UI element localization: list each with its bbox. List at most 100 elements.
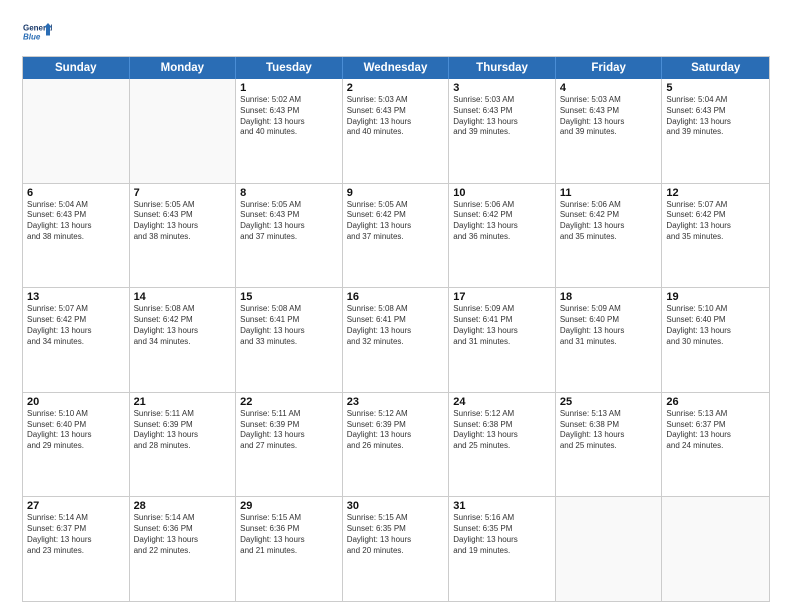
header-day-thursday: Thursday [449, 57, 556, 79]
day-cell-4: 4Sunrise: 5:03 AMSunset: 6:43 PMDaylight… [556, 79, 663, 183]
day-cell-10: 10Sunrise: 5:06 AMSunset: 6:42 PMDayligh… [449, 184, 556, 288]
cell-info: Sunrise: 5:10 AMSunset: 6:40 PMDaylight:… [666, 304, 765, 347]
cell-info: Sunrise: 5:09 AMSunset: 6:41 PMDaylight:… [453, 304, 551, 347]
cell-info: Sunrise: 5:09 AMSunset: 6:40 PMDaylight:… [560, 304, 658, 347]
cell-info: Sunrise: 5:08 AMSunset: 6:42 PMDaylight:… [134, 304, 232, 347]
day-cell-22: 22Sunrise: 5:11 AMSunset: 6:39 PMDayligh… [236, 393, 343, 497]
cell-info: Sunrise: 5:14 AMSunset: 6:37 PMDaylight:… [27, 513, 125, 556]
calendar-row-2: 13Sunrise: 5:07 AMSunset: 6:42 PMDayligh… [23, 288, 769, 393]
day-cell-1: 1Sunrise: 5:02 AMSunset: 6:43 PMDaylight… [236, 79, 343, 183]
day-number: 15 [240, 291, 338, 303]
day-number: 3 [453, 82, 551, 94]
day-number: 19 [666, 291, 765, 303]
header-day-tuesday: Tuesday [236, 57, 343, 79]
day-number: 5 [666, 82, 765, 94]
day-cell-7: 7Sunrise: 5:05 AMSunset: 6:43 PMDaylight… [130, 184, 237, 288]
cell-info: Sunrise: 5:13 AMSunset: 6:37 PMDaylight:… [666, 409, 765, 452]
day-number: 9 [347, 187, 445, 199]
cell-info: Sunrise: 5:14 AMSunset: 6:36 PMDaylight:… [134, 513, 232, 556]
cell-info: Sunrise: 5:12 AMSunset: 6:39 PMDaylight:… [347, 409, 445, 452]
day-number: 31 [453, 500, 551, 512]
cell-info: Sunrise: 5:03 AMSunset: 6:43 PMDaylight:… [453, 95, 551, 138]
day-cell-9: 9Sunrise: 5:05 AMSunset: 6:42 PMDaylight… [343, 184, 450, 288]
day-number: 24 [453, 396, 551, 408]
day-number: 11 [560, 187, 658, 199]
day-cell-8: 8Sunrise: 5:05 AMSunset: 6:43 PMDaylight… [236, 184, 343, 288]
day-cell-6: 6Sunrise: 5:04 AMSunset: 6:43 PMDaylight… [23, 184, 130, 288]
logo-graphic: General Blue [22, 18, 52, 48]
day-number: 29 [240, 500, 338, 512]
day-number: 25 [560, 396, 658, 408]
cell-info: Sunrise: 5:06 AMSunset: 6:42 PMDaylight:… [453, 200, 551, 243]
calendar-row-4: 27Sunrise: 5:14 AMSunset: 6:37 PMDayligh… [23, 497, 769, 601]
cell-info: Sunrise: 5:15 AMSunset: 6:35 PMDaylight:… [347, 513, 445, 556]
day-number: 27 [27, 500, 125, 512]
calendar-row-3: 20Sunrise: 5:10 AMSunset: 6:40 PMDayligh… [23, 393, 769, 498]
cell-info: Sunrise: 5:03 AMSunset: 6:43 PMDaylight:… [560, 95, 658, 138]
day-cell-15: 15Sunrise: 5:08 AMSunset: 6:41 PMDayligh… [236, 288, 343, 392]
day-number: 4 [560, 82, 658, 94]
cell-info: Sunrise: 5:04 AMSunset: 6:43 PMDaylight:… [666, 95, 765, 138]
cell-info: Sunrise: 5:12 AMSunset: 6:38 PMDaylight:… [453, 409, 551, 452]
day-cell-18: 18Sunrise: 5:09 AMSunset: 6:40 PMDayligh… [556, 288, 663, 392]
day-number: 17 [453, 291, 551, 303]
cell-info: Sunrise: 5:13 AMSunset: 6:38 PMDaylight:… [560, 409, 658, 452]
day-number: 16 [347, 291, 445, 303]
day-number: 22 [240, 396, 338, 408]
cell-info: Sunrise: 5:03 AMSunset: 6:43 PMDaylight:… [347, 95, 445, 138]
page: General Blue SundayMondayTuesdayWednesda… [0, 0, 792, 612]
cell-info: Sunrise: 5:06 AMSunset: 6:42 PMDaylight:… [560, 200, 658, 243]
empty-cell [130, 79, 237, 183]
calendar-row-0: 1Sunrise: 5:02 AMSunset: 6:43 PMDaylight… [23, 79, 769, 184]
day-cell-12: 12Sunrise: 5:07 AMSunset: 6:42 PMDayligh… [662, 184, 769, 288]
day-cell-25: 25Sunrise: 5:13 AMSunset: 6:38 PMDayligh… [556, 393, 663, 497]
day-number: 10 [453, 187, 551, 199]
header: General Blue [22, 18, 770, 48]
day-cell-11: 11Sunrise: 5:06 AMSunset: 6:42 PMDayligh… [556, 184, 663, 288]
calendar: SundayMondayTuesdayWednesdayThursdayFrid… [22, 56, 770, 602]
day-number: 14 [134, 291, 232, 303]
header-day-wednesday: Wednesday [343, 57, 450, 79]
cell-info: Sunrise: 5:08 AMSunset: 6:41 PMDaylight:… [240, 304, 338, 347]
cell-info: Sunrise: 5:02 AMSunset: 6:43 PMDaylight:… [240, 95, 338, 138]
day-cell-20: 20Sunrise: 5:10 AMSunset: 6:40 PMDayligh… [23, 393, 130, 497]
cell-info: Sunrise: 5:11 AMSunset: 6:39 PMDaylight:… [240, 409, 338, 452]
header-day-friday: Friday [556, 57, 663, 79]
day-cell-5: 5Sunrise: 5:04 AMSunset: 6:43 PMDaylight… [662, 79, 769, 183]
day-number: 8 [240, 187, 338, 199]
cell-info: Sunrise: 5:05 AMSunset: 6:42 PMDaylight:… [347, 200, 445, 243]
header-day-monday: Monday [130, 57, 237, 79]
cell-info: Sunrise: 5:15 AMSunset: 6:36 PMDaylight:… [240, 513, 338, 556]
cell-info: Sunrise: 5:16 AMSunset: 6:35 PMDaylight:… [453, 513, 551, 556]
empty-cell [662, 497, 769, 601]
day-number: 26 [666, 396, 765, 408]
empty-cell [556, 497, 663, 601]
cell-info: Sunrise: 5:07 AMSunset: 6:42 PMDaylight:… [666, 200, 765, 243]
logo: General Blue [22, 18, 52, 48]
cell-info: Sunrise: 5:05 AMSunset: 6:43 PMDaylight:… [134, 200, 232, 243]
day-cell-19: 19Sunrise: 5:10 AMSunset: 6:40 PMDayligh… [662, 288, 769, 392]
day-number: 7 [134, 187, 232, 199]
day-number: 28 [134, 500, 232, 512]
day-number: 18 [560, 291, 658, 303]
day-cell-16: 16Sunrise: 5:08 AMSunset: 6:41 PMDayligh… [343, 288, 450, 392]
day-cell-13: 13Sunrise: 5:07 AMSunset: 6:42 PMDayligh… [23, 288, 130, 392]
day-cell-30: 30Sunrise: 5:15 AMSunset: 6:35 PMDayligh… [343, 497, 450, 601]
header-day-saturday: Saturday [662, 57, 769, 79]
calendar-row-1: 6Sunrise: 5:04 AMSunset: 6:43 PMDaylight… [23, 184, 769, 289]
day-number: 1 [240, 82, 338, 94]
day-cell-27: 27Sunrise: 5:14 AMSunset: 6:37 PMDayligh… [23, 497, 130, 601]
day-cell-3: 3Sunrise: 5:03 AMSunset: 6:43 PMDaylight… [449, 79, 556, 183]
cell-info: Sunrise: 5:04 AMSunset: 6:43 PMDaylight:… [27, 200, 125, 243]
cell-info: Sunrise: 5:10 AMSunset: 6:40 PMDaylight:… [27, 409, 125, 452]
day-number: 2 [347, 82, 445, 94]
empty-cell [23, 79, 130, 183]
day-cell-23: 23Sunrise: 5:12 AMSunset: 6:39 PMDayligh… [343, 393, 450, 497]
day-number: 20 [27, 396, 125, 408]
day-cell-29: 29Sunrise: 5:15 AMSunset: 6:36 PMDayligh… [236, 497, 343, 601]
header-day-sunday: Sunday [23, 57, 130, 79]
day-number: 21 [134, 396, 232, 408]
day-cell-17: 17Sunrise: 5:09 AMSunset: 6:41 PMDayligh… [449, 288, 556, 392]
cell-info: Sunrise: 5:11 AMSunset: 6:39 PMDaylight:… [134, 409, 232, 452]
day-number: 30 [347, 500, 445, 512]
